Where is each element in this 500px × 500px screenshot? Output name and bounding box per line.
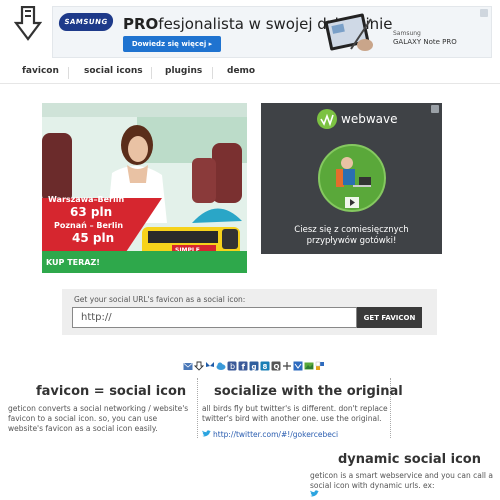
mail-icon[interactable] [183, 356, 193, 370]
col3-title: dynamic social icon [338, 452, 481, 467]
puzzle-icon[interactable] [315, 356, 325, 370]
vimeo-icon[interactable]: 8 [260, 356, 270, 371]
webwave-ad[interactable]: webwave Ciesz się z comiesięcznych przyp… [261, 103, 442, 254]
wordpress-icon[interactable] [293, 356, 303, 371]
route1-text: Warszawa–Berlin [48, 195, 125, 204]
header: SAMSUNG PROfesjonalista w swojej dziedzi… [0, 0, 500, 62]
butterfly-icon[interactable] [205, 356, 215, 367]
bus-ad-image: SIMPLE [42, 103, 247, 273]
ad-learn-more-button[interactable]: Dowiedz się więcej ▸ [123, 36, 221, 52]
ad-info-icon[interactable] [480, 9, 488, 17]
nav-separator [151, 67, 152, 79]
nav-separator [212, 67, 213, 79]
svg-text:Q: Q [274, 363, 280, 371]
form-label: Get your social URL's favicon as a socia… [74, 295, 246, 304]
svg-text:8: 8 [263, 363, 268, 371]
nav-item-favicon[interactable]: favicon [22, 66, 59, 76]
photo-icon[interactable] [304, 356, 314, 370]
twitter-bird-icon [202, 430, 211, 437]
twitter-profile-link[interactable]: http://twitter.com/#!/gokercebeci [202, 430, 338, 439]
g-icon[interactable]: g [249, 356, 259, 371]
svg-text:f: f [242, 363, 246, 372]
twitter-bird-icon [310, 490, 319, 497]
price1-text: 63 pln [70, 205, 113, 219]
url-input[interactable] [72, 307, 357, 328]
buy-now-button[interactable]: KUP TERAZ! [46, 258, 100, 267]
get-favicon-form: Get your social URL's favicon as a socia… [62, 289, 437, 335]
bus-ticket-ad[interactable]: SIMPLE Warszawa–Berlin 63 pln Poznań – B… [42, 103, 247, 273]
download-arrow-logo-icon[interactable] [14, 6, 42, 42]
col2-text: all birds fly but twitter's is different… [202, 404, 388, 423]
ad-product-brand: Samsung GALAXY Note PRO [393, 30, 457, 46]
col1-text: geticon converts a social networking / w… [8, 404, 189, 433]
nav-item-social-icons[interactable]: social icons [84, 66, 143, 76]
tablet-with-pen-image [324, 13, 373, 51]
ad-info-icon[interactable] [431, 105, 439, 113]
download-icon[interactable] [193, 356, 205, 371]
blogger-icon[interactable]: b [227, 356, 237, 371]
top-banner-ad[interactable]: SAMSUNG PROfesjonalista w swojej dziedzi… [52, 6, 492, 58]
delicious-icon[interactable] [282, 356, 292, 370]
get-favicon-button[interactable]: GET FAVICON [357, 307, 422, 328]
route2-text: Poznań – Berlin [54, 221, 124, 230]
column-divider [197, 378, 198, 438]
svg-text:g: g [252, 363, 257, 371]
nav-item-plugins[interactable]: plugins [165, 66, 202, 76]
social-icon-strip: b f g 8 Q [183, 356, 325, 372]
facebook-icon[interactable]: f [238, 356, 248, 372]
col1-title: favicon = social icon [36, 384, 187, 399]
col3-text: geticon is a smart webservice and you ca… [310, 471, 493, 490]
webwave-brand: webwave [341, 112, 398, 126]
samsung-logo: SAMSUNG [57, 13, 115, 31]
price2-text: 45 pln [72, 231, 115, 245]
cloud-icon[interactable] [216, 356, 226, 370]
webwave-tagline: Ciesz się z comiesięcznych przypływów go… [294, 225, 409, 246]
nav-item-demo[interactable]: demo [227, 66, 255, 76]
col2-title: socialize with the original [214, 384, 403, 399]
svg-text:b: b [230, 362, 235, 371]
main-nav: favicon social icons plugins demo [0, 62, 500, 84]
google-plus-icon[interactable]: Q [271, 356, 281, 371]
nav-separator [68, 67, 69, 79]
